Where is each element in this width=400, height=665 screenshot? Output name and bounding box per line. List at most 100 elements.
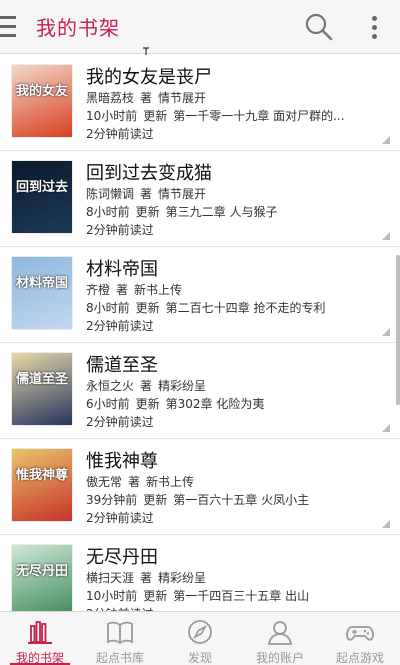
update-time: 39分钟前	[86, 493, 138, 507]
book-meta: 齐橙著新书上传	[86, 281, 188, 298]
more-corner-icon[interactable]	[382, 232, 390, 240]
cover-title: 惟我神尊	[15, 468, 68, 483]
nav-discover[interactable]: 发现	[160, 612, 240, 665]
book-cover[interactable]: 无尽丹田	[12, 545, 72, 611]
cover-title: 无尽丹田	[15, 564, 68, 579]
book-status: 情节展开	[158, 187, 207, 201]
book-list-item[interactable]: 我的女友 我的女友是丧尸 黑暗荔枝著情节展开 10小时前 更新 第一千零一十九章 面…	[0, 55, 400, 151]
book-meta: 永恒之火著精彩纷呈	[86, 377, 212, 394]
gamepad-icon	[346, 626, 374, 641]
more-corner-icon[interactable]	[382, 424, 390, 432]
book-list-item[interactable]: 惟我神尊 惟我神尊 傲无常著新书上传 39分钟前 更新 第一百六十五章 火凤小主 2…	[0, 439, 400, 535]
book-status: 新书上传	[134, 283, 183, 297]
book-cover[interactable]: 材料帝国	[12, 257, 72, 329]
update-time: 6小时前	[86, 397, 130, 411]
nav-label: 发现	[187, 651, 212, 665]
book-update: 8小时前 更新 第三九二章 人与猴子	[86, 203, 386, 220]
last-read: 2分钟前读过	[86, 223, 154, 237]
update-label: 更新	[135, 397, 160, 411]
latest-chapter: 第三九二章 人与猴子	[165, 205, 278, 219]
book-meta: 傲无常著新书上传	[86, 473, 200, 490]
search-icon[interactable]	[303, 11, 335, 43]
book-cover[interactable]: 惟我神尊	[12, 449, 72, 521]
scrollbar[interactable]	[396, 255, 400, 405]
update-label: 更新	[143, 493, 168, 507]
update-time: 8小时前	[86, 301, 130, 315]
book-author: 陈词懒调	[86, 187, 135, 201]
cover-title: 我的女友	[15, 84, 68, 99]
book-author: 永恒之火	[86, 379, 135, 393]
bookshelf-icon	[28, 621, 52, 644]
author-suffix: 著	[140, 571, 153, 585]
latest-chapter: 第一千零一十九章 面对尸群的...	[173, 109, 345, 123]
book-author: 傲无常	[86, 475, 123, 489]
bottom-nav: 我的书架 起点书库 发现 我的账户 起点游戏	[0, 611, 400, 665]
more-corner-icon[interactable]	[382, 136, 390, 144]
book-status: 精彩纷呈	[158, 571, 207, 585]
author-suffix: 著	[128, 475, 141, 489]
user-icon	[267, 621, 293, 645]
author-suffix: 著	[116, 283, 129, 297]
cover-title: 回到过去	[15, 180, 68, 195]
book-meta: 横扫天涯著精彩纷呈	[86, 569, 212, 586]
update-time: 10小时前	[86, 589, 138, 603]
book-title: 材料帝国	[86, 259, 158, 280]
book-title: 惟我神尊	[86, 451, 158, 472]
book-cover[interactable]: 我的女友	[12, 65, 72, 137]
nav-bookshelf[interactable]: 我的书架	[0, 612, 80, 665]
book-list-item[interactable]: 材料帝国 材料帝国 齐橙著新书上传 8小时前 更新 第二百七十四章 抢不走的专利 2…	[0, 247, 400, 343]
book-update: 8小时前 更新 第二百七十四章 抢不走的专利	[86, 299, 386, 316]
latest-chapter: 第二百七十四章 抢不走的专利	[165, 301, 326, 315]
last-read: 2分钟前读过	[86, 127, 154, 141]
more-corner-icon[interactable]	[382, 328, 390, 336]
book-author: 齐橙	[86, 283, 111, 297]
last-read: 2分钟前读过	[86, 415, 154, 429]
update-time: 10小时前	[86, 109, 138, 123]
compass-icon	[188, 620, 212, 644]
book-meta: 陈词懒调著情节展开	[86, 185, 212, 202]
app-header: 我的书架	[0, 0, 400, 54]
book-cover[interactable]: 回到过去	[12, 161, 72, 233]
book-update: 10小时前 更新 第一千四百三十五章 出山	[86, 587, 386, 604]
book-update: 39分钟前 更新 第一百六十五章 火凤小主	[86, 491, 386, 508]
nav-account[interactable]: 我的账户	[240, 612, 320, 665]
book-list-item[interactable]: 回到过去 回到过去变成猫 陈词懒调著情节展开 8小时前 更新 第三九二章 人与猴子 …	[0, 151, 400, 247]
latest-chapter: 第一百六十五章 火凤小主	[173, 493, 310, 507]
book-update: 10小时前 更新 第一千零一十九章 面对尸群的...	[86, 107, 386, 124]
more-vertical-icon[interactable]	[360, 12, 390, 42]
book-update: 6小时前 更新 第302章 化险为夷	[86, 395, 386, 412]
nav-label: 起点书库	[95, 651, 144, 665]
last-read: 2分钟前读过	[86, 319, 154, 333]
update-label: 更新	[135, 205, 160, 219]
book-title: 无尽丹田	[86, 547, 158, 568]
book-title: 我的女友是丧尸	[86, 67, 212, 88]
book-icon	[107, 621, 133, 645]
book-status: 新书上传	[146, 475, 195, 489]
menu-icon[interactable]	[0, 16, 16, 38]
nav-label: 我的账户	[255, 651, 304, 665]
latest-chapter: 第一千四百三十五章 出山	[173, 589, 310, 603]
book-list-item[interactable]: 儒道至圣 儒道至圣 永恒之火著精彩纷呈 6小时前 更新 第302章 化险为夷 2分钟…	[0, 343, 400, 439]
cover-title: 儒道至圣	[15, 372, 68, 387]
book-list-item[interactable]: 无尽丹田 无尽丹田 横扫天涯著精彩纷呈 10小时前 更新 第一千四百三十五章 出山 …	[0, 535, 400, 611]
last-read: 2分钟前读过	[86, 511, 154, 525]
nav-label: 起点游戏	[335, 651, 384, 665]
author-suffix: 著	[140, 187, 153, 201]
update-label: 更新	[143, 589, 168, 603]
nav-library[interactable]: 起点书库	[80, 612, 160, 665]
author-suffix: 著	[140, 91, 153, 105]
update-label: 更新	[143, 109, 168, 123]
bookshelf-list[interactable]: 我的女友 我的女友是丧尸 黑暗荔枝著情节展开 10小时前 更新 第一千零一十九章 面…	[0, 55, 400, 611]
book-meta: 黑暗荔枝著情节展开	[86, 89, 212, 106]
more-corner-icon[interactable]	[382, 520, 390, 528]
nav-games[interactable]: 起点游戏	[320, 612, 400, 665]
page-title: 我的书架	[36, 16, 120, 40]
latest-chapter: 第302章 化险为夷	[165, 397, 265, 411]
book-status: 精彩纷呈	[158, 379, 207, 393]
update-time: 8小时前	[86, 205, 130, 219]
book-title: 儒道至圣	[86, 355, 158, 376]
book-author: 横扫天涯	[86, 571, 135, 585]
cover-title: 材料帝国	[15, 276, 68, 291]
book-title: 回到过去变成猫	[86, 163, 212, 184]
book-cover[interactable]: 儒道至圣	[12, 353, 72, 425]
